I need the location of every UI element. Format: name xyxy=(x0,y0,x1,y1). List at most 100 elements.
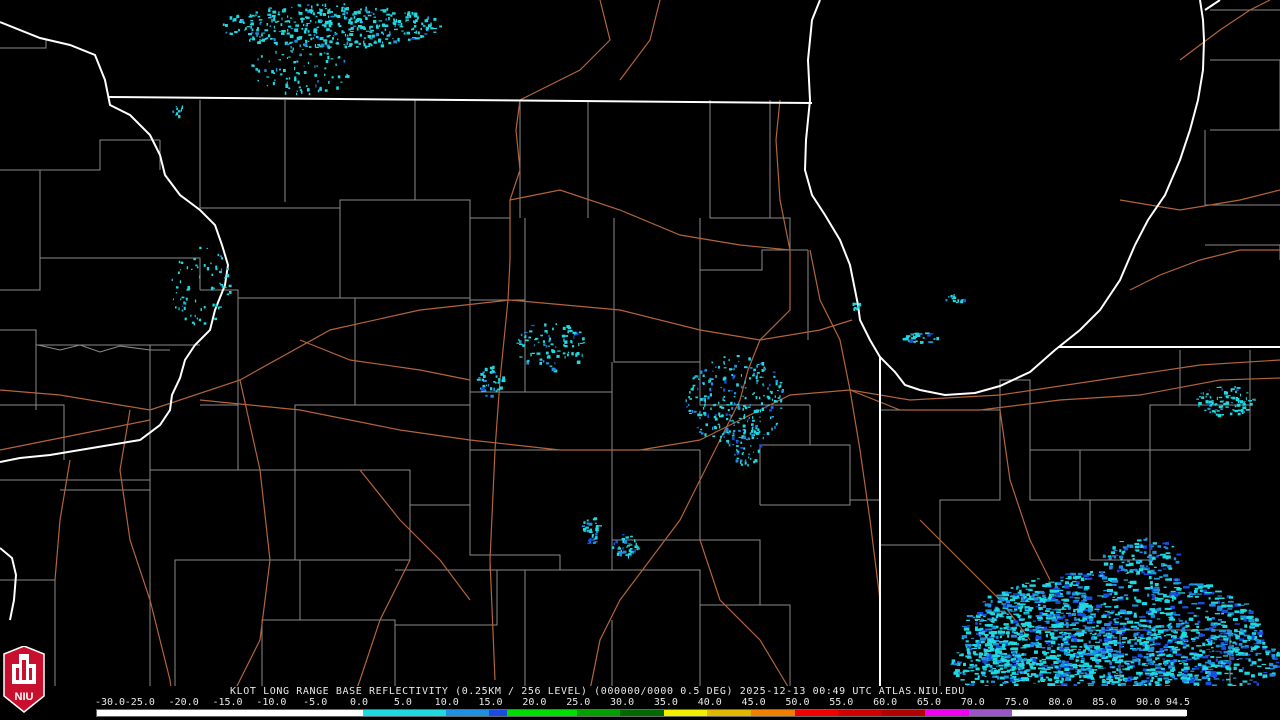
echo-pixel xyxy=(1064,584,1070,587)
echo-pixel xyxy=(1051,649,1055,652)
echo-pixel xyxy=(1209,642,1215,644)
echo-pixel xyxy=(378,39,381,43)
echo-pixel xyxy=(637,548,640,550)
echo-pixel xyxy=(983,661,987,665)
echo-pixel xyxy=(251,14,254,17)
echo-pixel xyxy=(1095,661,1098,663)
echo-pixel xyxy=(760,410,761,413)
echo-pixel xyxy=(707,413,709,417)
echo-pixel xyxy=(1145,568,1148,570)
echo-pixel xyxy=(1194,623,1199,625)
echo-pixel xyxy=(297,80,300,84)
echo-pixel xyxy=(178,260,181,264)
echo-pixel xyxy=(1151,556,1156,559)
echo-pixel xyxy=(1193,614,1197,617)
echo-pixel xyxy=(1022,585,1028,588)
echo-pixel xyxy=(413,20,414,23)
echo-pixel xyxy=(266,84,268,87)
echo-pixel xyxy=(1065,573,1072,575)
echo-pixel xyxy=(1101,680,1106,684)
echo-pixel xyxy=(1146,677,1150,680)
echo-pixel xyxy=(1059,632,1062,634)
echo-pixel xyxy=(1013,656,1018,658)
echo-pixel xyxy=(1209,396,1212,399)
echo-pixel xyxy=(411,37,415,40)
echo-pixel xyxy=(960,299,963,302)
echo-pixel xyxy=(1196,593,1203,595)
echo-pixel xyxy=(736,383,739,387)
echo-pixel xyxy=(1173,637,1177,639)
echo-pixel xyxy=(1109,636,1112,638)
echo-pixel xyxy=(1143,628,1147,631)
echo-pixel xyxy=(369,38,373,40)
echo-pixel xyxy=(748,417,750,419)
echo-pixel xyxy=(1208,597,1211,600)
echo-pixel xyxy=(613,542,616,546)
echo-pixel xyxy=(759,376,763,378)
color-scale-label: -10.0 xyxy=(256,697,287,708)
echo-pixel xyxy=(307,88,310,92)
echo-pixel xyxy=(1121,631,1126,634)
echo-pixel xyxy=(1139,619,1147,622)
echo-pixel xyxy=(1175,578,1178,582)
echo-pixel xyxy=(285,77,288,80)
echo-pixel xyxy=(271,70,274,74)
echo-pixel xyxy=(1155,599,1161,602)
echo-pixel xyxy=(1250,622,1257,626)
echo-pixel xyxy=(307,30,310,33)
echo-pixel xyxy=(341,9,344,12)
echo-pixel xyxy=(356,27,359,31)
echo-pixel xyxy=(972,644,977,646)
echo-pixel xyxy=(346,34,349,37)
echo-pixel xyxy=(1155,657,1158,661)
echo-pixel xyxy=(747,464,749,467)
echo-pixel xyxy=(1230,396,1233,399)
echo-pixel xyxy=(757,428,760,431)
echo-pixel xyxy=(925,332,930,335)
echo-pixel xyxy=(1103,580,1108,582)
echo-pixel xyxy=(1054,582,1057,586)
echo-pixel xyxy=(721,406,725,409)
echo-pixel xyxy=(1056,582,1062,586)
echo-pixel xyxy=(1194,674,1199,677)
echo-pixel xyxy=(1175,623,1181,625)
echo-pixel xyxy=(1112,599,1119,601)
echo-pixel xyxy=(736,448,738,452)
echo-pixel xyxy=(1034,650,1038,654)
echo-pixel xyxy=(315,35,319,39)
echo-pixel xyxy=(1064,619,1067,622)
echo-pixel xyxy=(260,40,263,42)
echo-pixel xyxy=(358,42,361,45)
echo-pixel xyxy=(289,42,292,44)
echo-pixel xyxy=(740,446,744,449)
echo-pixel xyxy=(380,44,385,48)
echo-pixel xyxy=(730,414,732,418)
echo-pixel xyxy=(259,22,261,25)
echo-pixel xyxy=(999,627,1003,630)
echo-pixel xyxy=(1089,618,1094,622)
echo-pixel xyxy=(984,624,991,627)
echo-pixel xyxy=(1234,630,1241,632)
echo-pixel xyxy=(759,396,761,400)
echo-pixel xyxy=(634,549,636,553)
echo-pixel xyxy=(997,630,1003,634)
echo-pixel xyxy=(709,379,712,383)
echo-pixel xyxy=(237,14,239,17)
echo-pixel xyxy=(1011,667,1015,671)
echo-pixel xyxy=(1119,555,1124,559)
echo-pixel xyxy=(1203,584,1208,588)
echo-pixel xyxy=(1165,557,1169,560)
echo-pixel xyxy=(336,86,339,90)
echo-pixel xyxy=(1148,663,1153,665)
echo-pixel xyxy=(1087,677,1091,680)
echo-pixel xyxy=(573,335,575,339)
echo-pixel xyxy=(1170,654,1174,657)
echo-pixel xyxy=(257,70,260,73)
echo-pixel xyxy=(1236,389,1239,391)
echo-pixel xyxy=(1136,647,1142,650)
echo-pixel xyxy=(346,41,349,43)
echo-pixel xyxy=(176,112,179,116)
echo-pixel xyxy=(1054,613,1061,617)
echo-pixel xyxy=(384,24,389,27)
echo-pixel xyxy=(1074,599,1080,602)
